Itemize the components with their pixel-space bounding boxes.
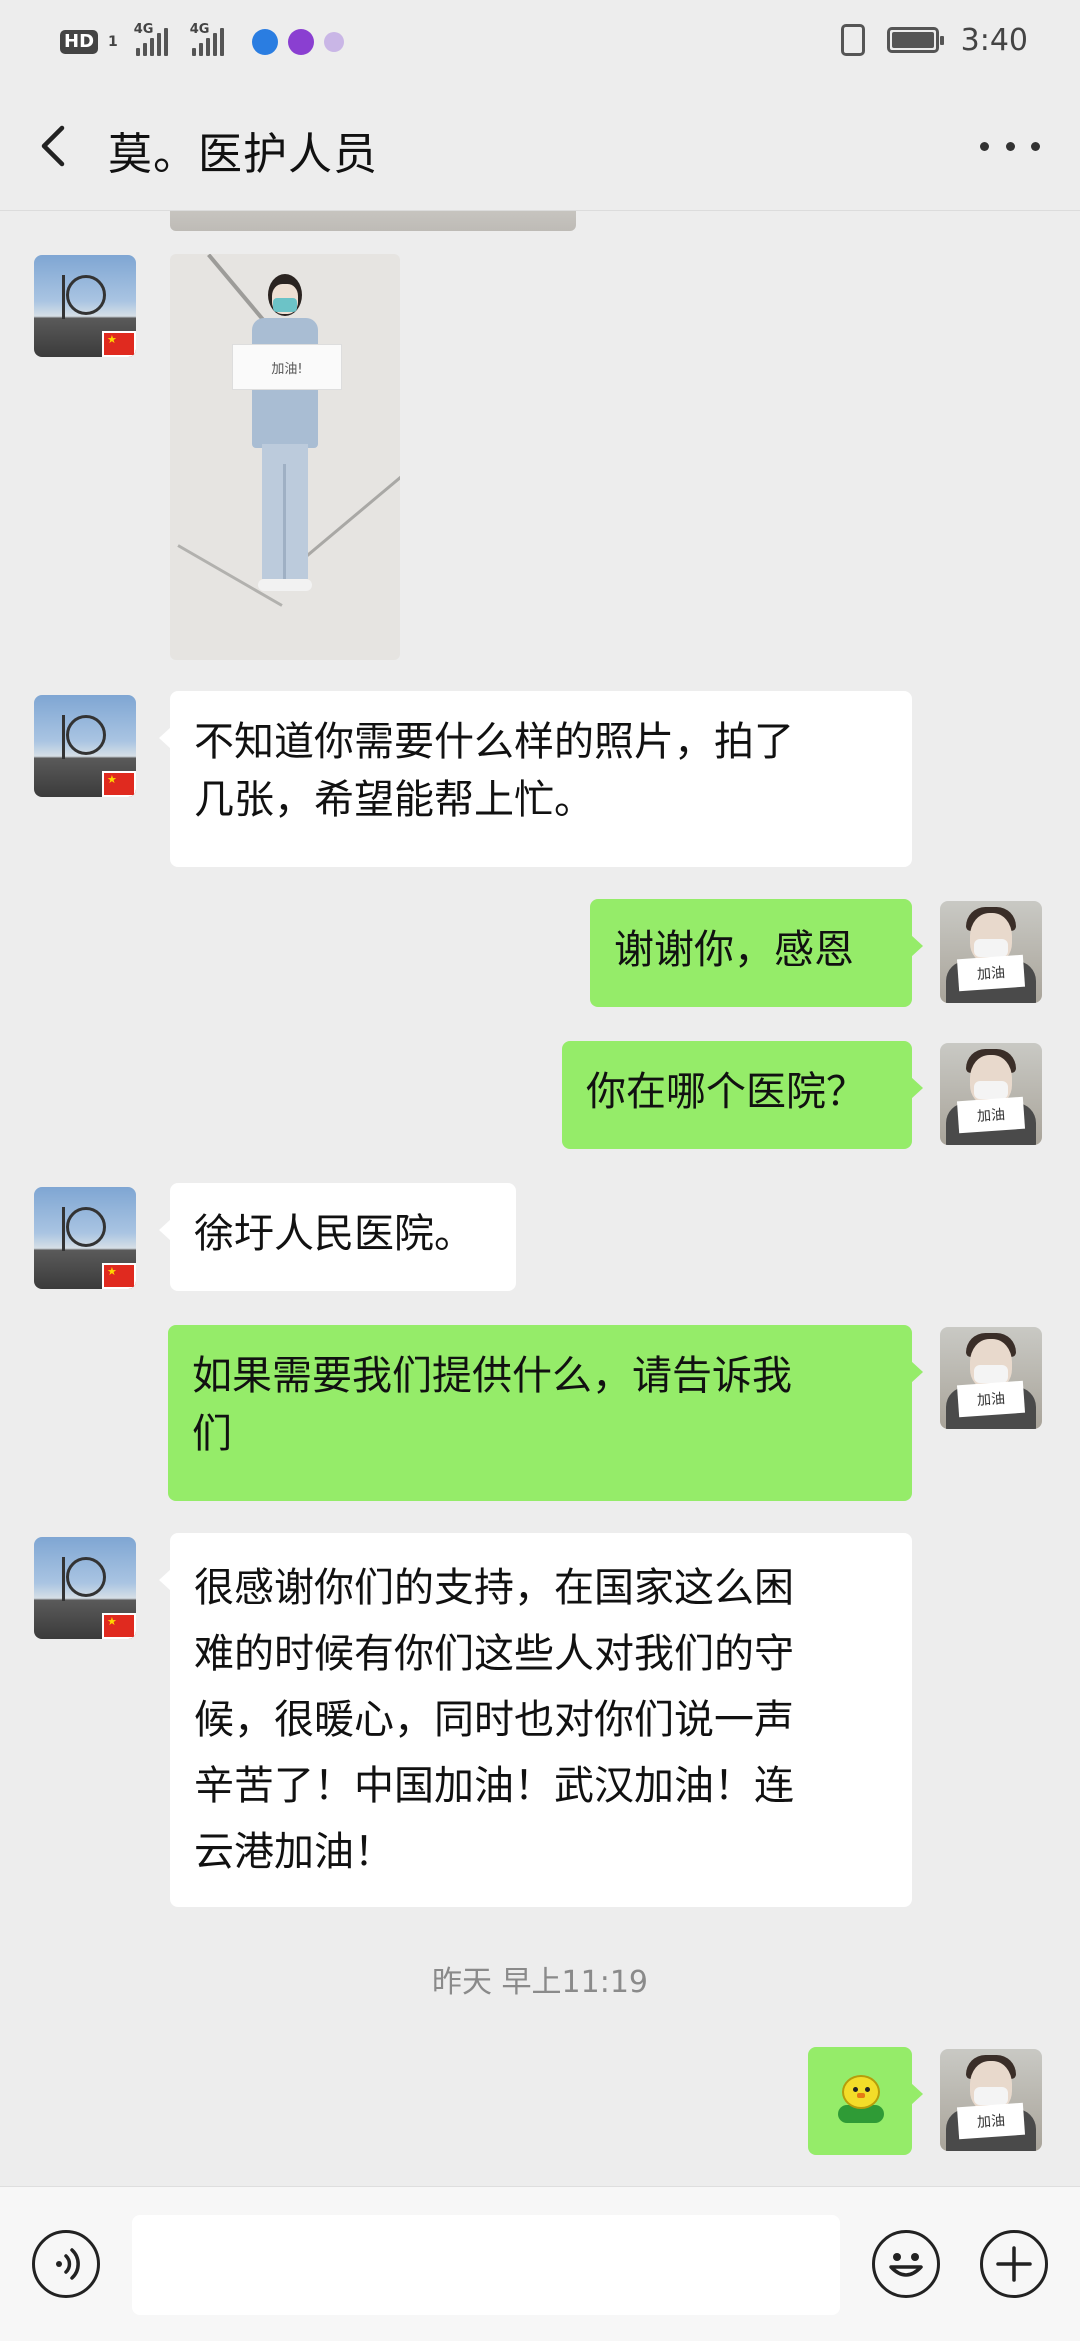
signal-icon: 4G <box>190 22 232 56</box>
vibrate-icon <box>840 24 865 56</box>
message-line: 你在哪个医院？ <box>586 1069 866 1115</box>
contact-avatar[interactable] <box>34 1537 136 1639</box>
message-line: 徐圩人民医院。 <box>194 1211 474 1257</box>
message-line: 如果需要我们提供什么，请告诉我 <box>192 1353 792 1399</box>
message-image[interactable] <box>170 254 400 660</box>
voice-icon <box>56 2248 80 2280</box>
contact-avatar[interactable] <box>34 255 136 357</box>
back-button[interactable] <box>28 116 88 176</box>
signal-icon: 4G <box>134 22 176 56</box>
input-bar <box>0 2186 1080 2341</box>
message-bubble-me[interactable]: 你在哪个医院？ <box>562 1041 923 1149</box>
my-avatar[interactable] <box>940 1043 1042 1145</box>
flag-icon <box>102 771 136 797</box>
message-bubble-me[interactable]: 如果需要我们提供什么，请告诉我 们 <box>168 1325 923 1501</box>
more-functions-button[interactable] <box>980 2230 1048 2298</box>
emoji-button[interactable] <box>872 2230 940 2298</box>
message-line: 不知道你需要什么样的照片，拍了 <box>194 719 794 765</box>
notification-app-icon <box>251 29 278 55</box>
status-right: 3:40 <box>840 16 1028 64</box>
my-avatar[interactable] <box>940 1327 1042 1429</box>
network-type-label: 4G <box>133 22 154 37</box>
message-list[interactable]: 不知道你需要什么样的照片，拍了 几张，希望能帮上忙。 谢谢你，感恩 你在哪个医院… <box>0 211 1080 2186</box>
chat-title: 莫。医护人员 <box>108 129 378 180</box>
message-image[interactable] <box>170 211 576 231</box>
sticker-message[interactable] <box>808 2047 923 2155</box>
photo-person <box>230 274 342 604</box>
message-line: 云港加油！ <box>194 1829 394 1875</box>
my-avatar[interactable] <box>940 901 1042 1003</box>
network-type-label: 4G <box>189 22 210 37</box>
chat-header: 莫。医护人员 <box>0 80 1080 210</box>
flag-icon <box>102 331 136 357</box>
chick-sticker-icon <box>838 2075 884 2125</box>
battery-icon <box>886 27 944 53</box>
flag-icon <box>102 1263 136 1289</box>
message-bubble-contact[interactable]: 不知道你需要什么样的照片，拍了 几张，希望能帮上忙。 <box>159 691 912 867</box>
message-input[interactable] <box>132 2215 840 2315</box>
message-timestamp: 昨天 早上11:19 <box>432 1965 648 2000</box>
plus-icon <box>996 2246 1032 2282</box>
hd-badge: HD <box>60 30 99 54</box>
emoji-icon <box>889 2253 923 2277</box>
contact-avatar[interactable] <box>34 695 136 797</box>
message-bubble-contact[interactable]: 徐圩人民医院。 <box>159 1183 516 1291</box>
chevron-left-icon <box>41 125 65 167</box>
message-line: 谢谢你，感恩 <box>614 927 854 973</box>
contact-avatar[interactable] <box>34 1187 136 1289</box>
message-bubble-contact[interactable]: 很感谢你们的支持，在国家这么困 难的时候有你们这些人对我们的守 候，很暖心，同时… <box>159 1533 912 1907</box>
message-line: 很感谢你们的支持，在国家这么困 <box>194 1565 794 1611</box>
voice-input-button[interactable] <box>32 2230 100 2298</box>
message-line: 候，很暖心，同时也对你们说一声 <box>194 1697 794 1743</box>
message-line: 辛苦了！中国加油！武汉加油！连 <box>194 1763 794 1809</box>
message-line: 几张，希望能帮上忙。 <box>194 777 594 823</box>
sim-number: 1 <box>108 34 118 50</box>
more-options-button[interactable] <box>980 124 1040 168</box>
message-line: 难的时候有你们这些人对我们的守 <box>194 1631 794 1677</box>
status-bar: HD 1 4G 4G 3:40 <box>0 0 1080 80</box>
message-line: 们 <box>192 1411 232 1457</box>
flag-icon <box>102 1613 136 1639</box>
status-left: HD 1 4G 4G <box>60 22 344 62</box>
notification-app-icon <box>323 32 344 52</box>
message-bubble-me[interactable]: 谢谢你，感恩 <box>590 899 923 1007</box>
more-dots-icon <box>980 141 989 151</box>
status-time: 3:40 <box>960 22 1028 58</box>
notification-app-icon <box>287 29 314 55</box>
my-avatar[interactable] <box>940 2049 1042 2151</box>
